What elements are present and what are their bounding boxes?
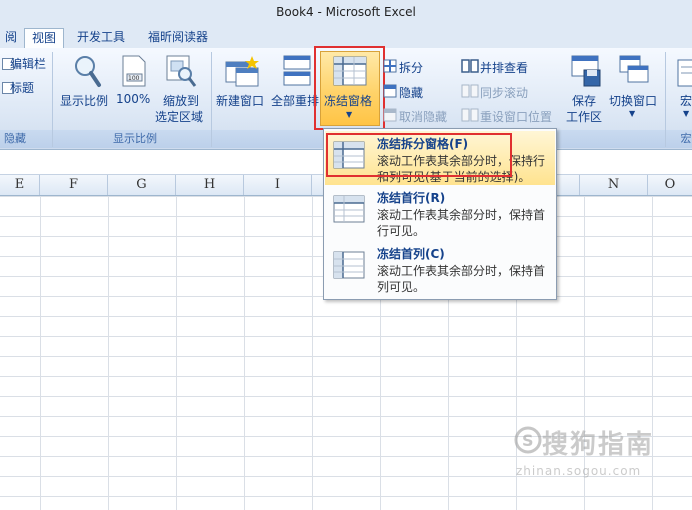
tab-foxit-reader[interactable]: 福昕阅读器 [140,28,216,47]
group-separator [211,52,212,147]
group-separator [52,52,53,147]
synchronous-scrolling-button[interactable]: 同步滚动 [480,84,528,101]
save-workspace-button-line1[interactable]: 保存 [572,92,596,109]
switch-windows-icon [619,55,649,83]
column-header[interactable]: H [176,175,244,195]
arrange-all-icon [283,55,311,86]
menu-item-freeze-top-row[interactable]: 冻结首行(R) 滚动工作表其余部分时，保持首行可见。 [325,187,555,241]
title-bar: Book4 - Microsoft Excel [0,0,692,26]
zoom-to-selection-icon [166,55,197,87]
switch-windows-button[interactable]: 切换窗口 [609,92,657,109]
column-header[interactable]: I [244,175,312,195]
zoom-magnifier-icon [75,56,101,87]
freeze-panes-highlight-box [314,46,385,130]
tab-review[interactable]: 阅 [0,28,22,47]
svg-text:S: S [522,431,534,450]
sogou-logo-icon: S [514,426,542,454]
macros-group-label: 宏 [680,132,692,145]
column-header[interactable]: N [580,175,648,195]
svg-text:100: 100 [128,75,140,82]
view-side-by-side-button[interactable]: 并排查看 [480,59,528,76]
formula-bar-option[interactable]: 编辑栏 [10,55,46,72]
synchronous-scrolling-icon [461,84,479,98]
zoom-button[interactable]: 显示比例 [60,92,108,109]
watermark-brand: 搜狗指南 [542,430,655,460]
save-workspace-button-line2[interactable]: 工作区 [566,108,602,125]
zoom-to-selection-button-line1[interactable]: 缩放到 [163,92,199,109]
headings-option[interactable]: 标题 [10,79,34,96]
reset-window-position-icon [461,108,479,122]
new-window-button[interactable]: 新建窗口 [216,92,264,109]
group-separator [665,52,666,147]
watermark: S 搜狗指南 zhinan.sogou.com [508,420,678,490]
chevron-down-icon: ▼ [629,109,636,118]
save-workspace-icon [571,55,601,87]
column-header[interactable]: F [40,175,108,195]
menu-item-title: 冻结首行(R) [377,191,446,205]
macros-button[interactable]: 宏 [680,92,692,109]
macros-icon [677,59,692,87]
unhide-window-icon [383,108,397,122]
freeze-first-column-icon [333,251,365,279]
tab-developer[interactable]: 开发工具 [70,28,132,47]
zoom-to-selection-button-line2[interactable]: 选定区域 [155,108,203,125]
zoom-group-label: 显示比例 [113,132,157,145]
menu-item-freeze-first-column[interactable]: 冻结首列(C) 滚动工作表其余部分时，保持首列可见。 [325,243,555,297]
new-window-icon [225,56,259,87]
zoom-100-button[interactable]: 100% [116,92,150,106]
hide-window-icon [383,84,397,98]
watermark-url: zhinan.sogou.com [516,464,642,478]
menu-item-description: 滚动工作表其余部分时，保持首行可见。 [377,208,546,238]
column-header[interactable]: G [108,175,176,195]
view-side-by-side-icon [461,59,479,73]
split-icon [383,59,397,73]
window-title: Book4 - Microsoft Excel [276,5,416,19]
split-button[interactable]: 拆分 [399,59,423,76]
column-header[interactable]: E [0,175,40,195]
unhide-window-button[interactable]: 取消隐藏 [399,108,447,125]
zoom-100-icon: 100 [122,55,146,87]
reset-window-position-button[interactable]: 重设窗口位置 [480,108,552,125]
menu-item-description: 滚动工作表其余部分时，保持首列可见。 [377,264,546,294]
freeze-panes-menu-item-highlight-box [326,133,512,177]
column-header[interactable]: O [648,175,692,195]
freeze-top-row-icon [333,195,365,223]
show-hide-group-label: 隐藏 [4,132,26,145]
tab-view[interactable]: 视图 [24,28,64,49]
arrange-all-button[interactable]: 全部重排 [271,92,319,109]
chevron-down-icon: ▼ [683,109,690,118]
hide-window-button[interactable]: 隐藏 [399,84,423,101]
menu-item-title: 冻结首列(C) [377,247,445,261]
